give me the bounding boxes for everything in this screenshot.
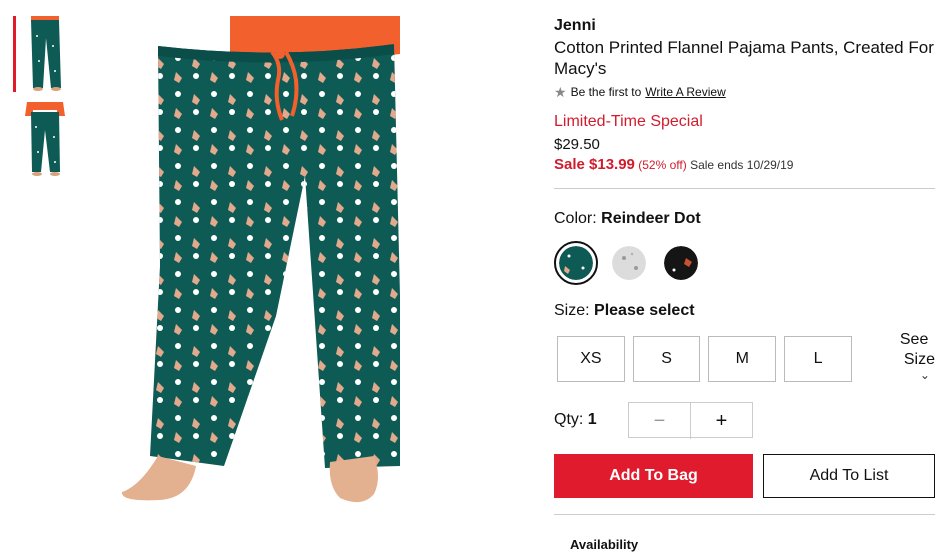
size-option-xs[interactable]: XS xyxy=(557,336,625,382)
add-to-bag-button[interactable]: Add To Bag xyxy=(554,454,753,498)
thumbnail-front[interactable] xyxy=(13,16,75,92)
pajama-pants-illustration xyxy=(121,16,400,503)
size-chart-line2: Size xyxy=(903,351,935,368)
product-info-panel: Jenni Cotton Printed Flannel Pajama Pant… xyxy=(554,16,935,552)
quantity-label: Qty: xyxy=(554,411,584,428)
size-label: Size: xyxy=(554,302,590,319)
quantity-stepper: − + xyxy=(628,402,753,439)
add-to-list-button[interactable]: Add To List xyxy=(763,454,935,498)
swatch-black-print[interactable] xyxy=(660,242,702,284)
quantity-label-wrap: Qty: 1 xyxy=(554,411,628,429)
size-option-m[interactable]: M xyxy=(708,336,777,382)
increase-quantity-button[interactable]: + xyxy=(691,403,752,439)
product-title: Cotton Printed Flannel Pajama Pants, Cre… xyxy=(554,38,934,78)
action-buttons: Add To Bag Add To List xyxy=(554,454,935,498)
color-label: Color: xyxy=(554,210,597,227)
size-label-row: Size: Please select xyxy=(554,301,935,321)
chevron-down-icon: ⌄ xyxy=(919,368,930,382)
selected-color-name: Reindeer Dot xyxy=(601,210,701,227)
thumbnail-front-image xyxy=(31,16,61,91)
review-prefix: Be the first to xyxy=(570,85,642,99)
size-option-l[interactable]: L xyxy=(784,336,852,382)
thumbnail-list xyxy=(13,16,75,188)
main-product-image[interactable] xyxy=(100,16,500,516)
original-price: $29.50 xyxy=(554,136,600,153)
decrease-quantity-button[interactable]: − xyxy=(629,403,691,439)
promo-label: Limited-Time Special xyxy=(554,113,703,130)
review-row: ★ Be the first to Write A Review xyxy=(554,85,935,99)
divider xyxy=(554,514,935,515)
swatch-gray-print[interactable] xyxy=(608,242,650,284)
color-swatches xyxy=(554,241,935,285)
thumbnail-side[interactable] xyxy=(13,102,75,178)
swatch-gray-print-image xyxy=(612,246,646,280)
size-options: XS S M L See Size ⌄ xyxy=(554,331,935,382)
sale-end-date: Sale ends 10/29/19 xyxy=(690,158,794,172)
size-chart-link[interactable]: See Size ⌄ xyxy=(900,331,935,382)
size-chart-line1: See xyxy=(899,331,929,348)
quantity-row: Qty: 1 − + xyxy=(554,402,935,439)
sale-price: Sale $13.99 xyxy=(554,156,635,173)
swatch-black-print-image xyxy=(664,246,698,280)
sale-price-line: Sale $13.99 (52% off) Sale ends 10/29/19 xyxy=(554,156,935,174)
star-icon: ★ xyxy=(554,84,567,100)
size-option-s[interactable]: S xyxy=(632,336,701,382)
divider xyxy=(554,188,935,189)
percent-off: (52% off) xyxy=(638,158,687,172)
thumbnail-side-image xyxy=(25,102,65,176)
swatch-reindeer-dot-image xyxy=(559,246,593,280)
selected-size: Please select xyxy=(594,302,695,319)
color-label-row: Color: Reindeer Dot xyxy=(554,209,935,229)
quantity-value: 1 xyxy=(587,411,597,428)
brand-name[interactable]: Jenni xyxy=(554,16,935,36)
availability-heading[interactable]: Availability xyxy=(570,537,935,552)
write-review-link[interactable]: Write A Review xyxy=(645,85,725,99)
swatch-reindeer-dot[interactable] xyxy=(554,241,598,285)
